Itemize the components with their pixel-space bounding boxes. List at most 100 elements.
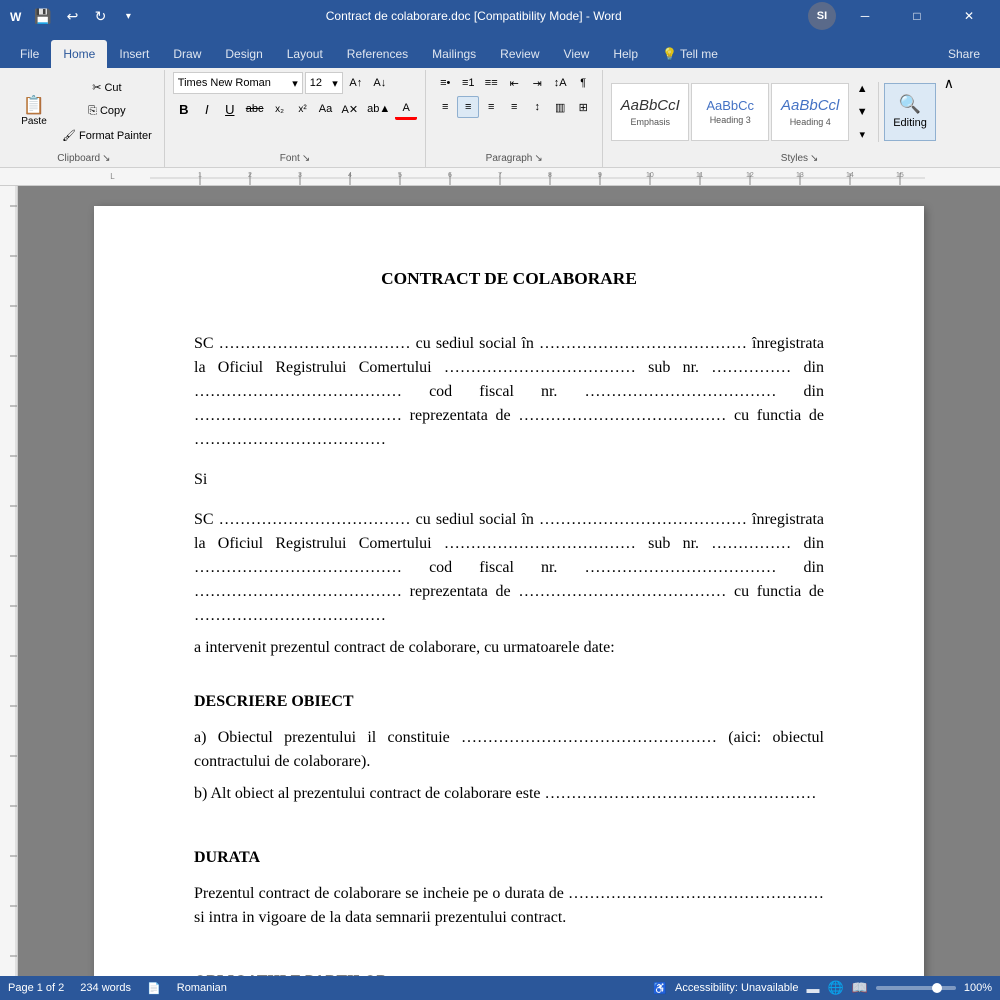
zoom-slider[interactable]	[876, 986, 956, 990]
cut-button[interactable]: ✂ Cut	[58, 77, 156, 99]
italic-button[interactable]: I	[196, 98, 218, 120]
strikethrough-button[interactable]: abc	[242, 98, 268, 120]
close-button[interactable]: ✕	[946, 0, 992, 32]
decrease-indent-button[interactable]: ⇤	[503, 72, 525, 94]
ruler: L 1 2 3 4 5 6 7 8 9 10	[0, 168, 1000, 186]
read-view-button[interactable]: 📖	[852, 980, 868, 996]
print-layout-view-button[interactable]: ▬	[806, 981, 819, 996]
tab-layout[interactable]: Layout	[275, 40, 335, 68]
bold-button[interactable]: B	[173, 98, 195, 120]
section1-para1: a) Obiectul prezentului il constituie ………	[194, 726, 824, 774]
styles-scroll-down-button[interactable]: ▼	[851, 101, 873, 123]
quick-access-more-button[interactable]: ▾	[117, 5, 139, 27]
svg-text:W: W	[10, 10, 22, 24]
svg-text:6: 6	[448, 172, 452, 179]
title-bar: W 💾 ↩ ↻ ▾ Contract de colaborare.doc [Co…	[0, 0, 1000, 32]
style-emphasis[interactable]: AaBbCcI Emphasis	[611, 83, 689, 141]
justify-button[interactable]: ≡	[503, 96, 525, 118]
language-label: Romanian	[177, 982, 227, 994]
section2-title: DURATA	[194, 846, 824, 870]
align-center-button[interactable]: ≡	[457, 96, 479, 118]
align-right-button[interactable]: ≡	[480, 96, 502, 118]
format-painter-button[interactable]: 🖌 Format Painter	[58, 125, 156, 147]
redo-button[interactable]: ↻	[89, 5, 111, 27]
clear-format-button[interactable]: A✕	[338, 98, 363, 120]
font-name-selector[interactable]: Times New Roman ▾	[173, 72, 303, 94]
tab-file[interactable]: File	[8, 40, 51, 68]
styles-section: AaBbCcI Emphasis AaBbCc Heading 3 AaBbCc…	[603, 70, 996, 167]
editing-button[interactable]: 🔍 Editing	[884, 83, 936, 141]
editing-icon: 🔍	[899, 94, 921, 115]
svg-text:5: 5	[398, 172, 402, 179]
document-area[interactable]: CONTRACT DE COLABORARE SC ……………………………… c…	[18, 186, 1000, 976]
emphasis-label: Emphasis	[630, 117, 670, 127]
tab-draw[interactable]: Draw	[161, 40, 213, 68]
sort-button[interactable]: ↕A	[549, 72, 571, 94]
paragraph-section: ≡• ≡1 ≡≡ ⇤ ⇥ ↕A ¶ ≡ ≡ ≡ ≡ ↕ ▥ ⊞ Paragrap…	[426, 70, 603, 167]
document-page: CONTRACT DE COLABORARE SC ……………………………… c…	[94, 206, 924, 976]
increase-font-button[interactable]: A↑	[345, 72, 367, 94]
user-avatar[interactable]: SI	[808, 2, 836, 30]
collapse-ribbon-button[interactable]: ∧	[938, 72, 960, 94]
styles-scroll-up-button[interactable]: ▲	[851, 78, 873, 100]
subscript-button[interactable]: x₂	[269, 98, 291, 120]
save-button[interactable]: 💾	[30, 5, 55, 27]
paste-button[interactable]: 📋 Paste	[12, 94, 56, 129]
heading4-label: Heading 4	[790, 117, 831, 127]
line-spacing-button[interactable]: ↕	[526, 96, 548, 118]
highlight-button[interactable]: ab▲	[363, 98, 394, 120]
emphasis-preview: AaBbCcI	[621, 97, 680, 115]
increase-indent-button[interactable]: ⇥	[526, 72, 548, 94]
editing-label: Editing	[893, 117, 927, 129]
si-text: Si	[194, 468, 824, 492]
show-formatting-button[interactable]: ¶	[572, 72, 594, 94]
paragraph-2: SC ……………………………… cu sediul social în ……………	[194, 508, 824, 628]
styles-label: Styles ↘	[611, 151, 988, 167]
tab-insert[interactable]: Insert	[107, 40, 161, 68]
heading4-preview: AaBbCcl	[781, 97, 839, 115]
font-color-button[interactable]: A	[395, 98, 417, 120]
paragraph-label: Paragraph ↘	[434, 151, 594, 167]
change-case-button[interactable]: Aa	[315, 98, 337, 120]
ribbon-tabs: File Home Insert Draw Design Layout Refe…	[0, 32, 1000, 68]
web-view-button[interactable]: 🌐	[827, 980, 843, 996]
multilevel-list-button[interactable]: ≡≡	[480, 72, 502, 94]
tab-view[interactable]: View	[552, 40, 602, 68]
copy-button[interactable]: ⎘ Copy	[58, 101, 156, 123]
styles-more-button[interactable]: ▾	[851, 124, 873, 146]
tab-help[interactable]: Help	[601, 40, 650, 68]
tab-design[interactable]: Design	[213, 40, 274, 68]
shading-button[interactable]: ▥	[549, 96, 571, 118]
tab-review[interactable]: Review	[488, 40, 551, 68]
minimize-button[interactable]: ─	[842, 0, 888, 32]
font-size-selector[interactable]: 12 ▾	[305, 72, 343, 94]
style-heading4[interactable]: AaBbCcl Heading 4	[771, 83, 849, 141]
styles-gallery: AaBbCcI Emphasis AaBbCc Heading 3 AaBbCc…	[611, 83, 849, 141]
svg-text:10: 10	[646, 172, 654, 179]
accessibility-icon: ♿	[653, 982, 667, 995]
page-info: Page 1 of 2	[8, 982, 64, 994]
tab-mailings[interactable]: Mailings	[420, 40, 488, 68]
section1-para2: b) Alt obiect al prezentului contract de…	[194, 782, 824, 806]
decrease-font-button[interactable]: A↓	[369, 72, 391, 94]
word-app-icon: W	[8, 8, 24, 24]
document-title: Contract de colaborare.doc [Compatibilit…	[139, 9, 808, 23]
underline-button[interactable]: U	[219, 98, 241, 120]
numbering-button[interactable]: ≡1	[457, 72, 479, 94]
bullets-button[interactable]: ≡•	[434, 72, 456, 94]
undo-button[interactable]: ↩	[61, 5, 83, 27]
tab-references[interactable]: References	[335, 40, 420, 68]
tab-tell-me[interactable]: 💡Tell me	[650, 40, 730, 68]
borders-button[interactable]: ⊞	[572, 96, 594, 118]
ruler-marks: 1 2 3 4 5 6 7 8 9 10 11 12 13 1	[150, 168, 925, 185]
align-left-button[interactable]: ≡	[434, 96, 456, 118]
svg-text:15: 15	[896, 172, 904, 179]
document-title-text: CONTRACT DE COLABORARE	[194, 266, 824, 292]
language-icon: 📄	[147, 982, 161, 995]
zoom-level: 100%	[964, 982, 992, 994]
tab-share[interactable]: Share	[936, 40, 992, 68]
tab-home[interactable]: Home	[51, 40, 107, 68]
superscript-button[interactable]: x²	[292, 98, 314, 120]
style-heading3[interactable]: AaBbCc Heading 3	[691, 83, 769, 141]
restore-button[interactable]: □	[894, 0, 940, 32]
